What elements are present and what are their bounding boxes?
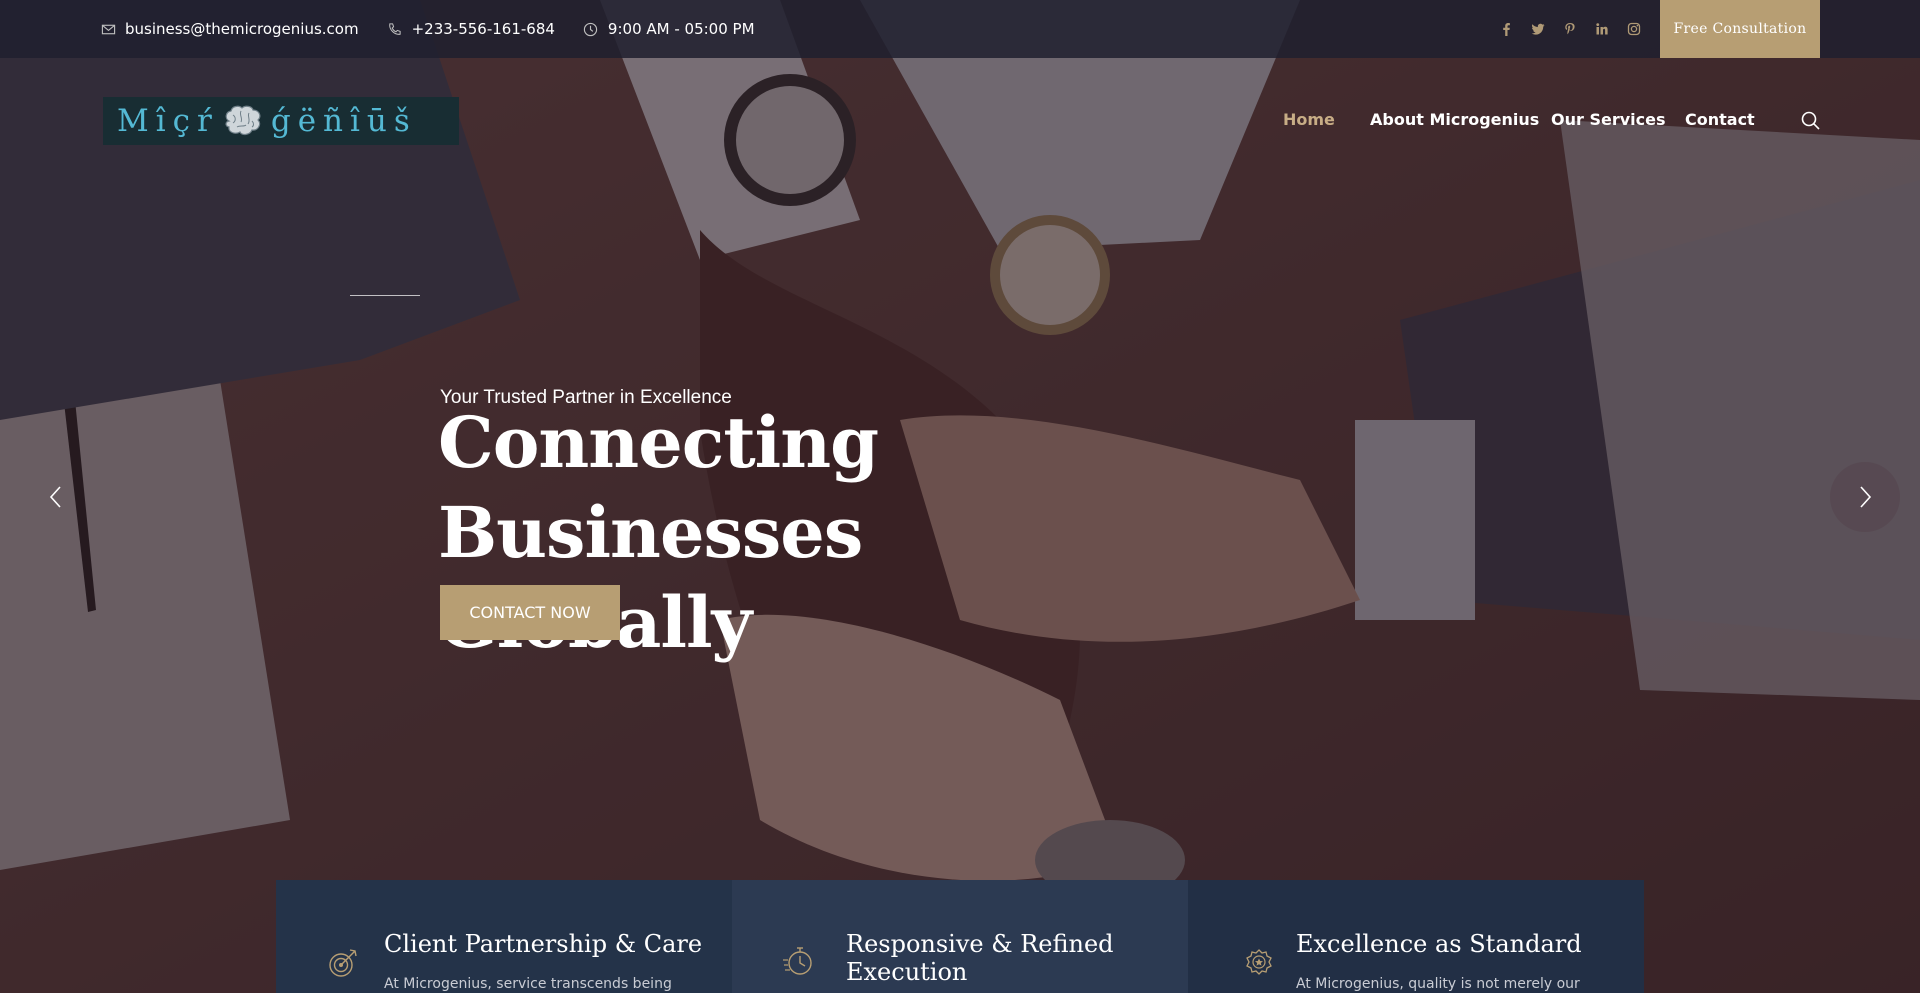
hours-info: 9:00 AM - 05:00 PM <box>583 20 755 38</box>
chevron-right-icon <box>1860 486 1872 508</box>
feature-title: Excellence as Standard <box>1296 930 1582 958</box>
nav-item-services[interactable]: Our Services <box>1551 110 1666 129</box>
feature-title-line2: Execution <box>846 958 968 986</box>
pinterest-icon[interactable] <box>1560 19 1580 39</box>
logo-text-left: Mîçŕ <box>117 103 219 139</box>
slider-prev-button[interactable] <box>36 470 76 524</box>
feature-card-excellence: Excellence as Standard At Microgenius, q… <box>1188 880 1644 993</box>
hours-text: 9:00 AM - 05:00 PM <box>607 20 755 38</box>
contact-now-button[interactable]: CONTACT NOW <box>440 585 620 640</box>
feature-title: Responsive & Refined Execution <box>846 930 1114 986</box>
nav-item-about[interactable]: About Microgenius <box>1370 110 1539 129</box>
phone-icon <box>387 21 403 37</box>
feature-title-line1: Responsive & Refined <box>846 930 1114 958</box>
email-text: business@themicrogenius.com <box>125 20 359 38</box>
top-bar: business@themicrogenius.com +233-556-161… <box>0 0 1920 58</box>
chevron-left-icon <box>49 486 61 508</box>
feature-card-execution: Responsive & Refined Execution <box>732 880 1188 993</box>
feature-title: Client Partnership & Care <box>384 930 703 958</box>
feature-cards: Client Partnership & Care At Microgenius… <box>276 880 1644 993</box>
twitter-icon[interactable] <box>1528 19 1548 39</box>
phone-text: +233-556-161-684 <box>411 20 555 38</box>
social-links <box>1496 0 1656 58</box>
hero-title-line1: Connecting <box>438 401 879 484</box>
phone-contact[interactable]: +233-556-161-684 <box>387 20 555 38</box>
search-icon[interactable] <box>1800 110 1822 132</box>
linkedin-icon[interactable] <box>1592 19 1612 39</box>
instagram-icon[interactable] <box>1624 19 1644 39</box>
nav-item-contact[interactable]: Contact <box>1685 110 1755 129</box>
target-icon <box>329 949 357 977</box>
feature-text: At Microgenius, service transcends being <box>384 976 672 992</box>
feature-text: At Microgenius, quality is not merely ou… <box>1296 976 1580 992</box>
logo-text-right: ǵëñîūš <box>270 103 417 139</box>
quality-badge-icon <box>1246 949 1272 975</box>
free-consultation-button[interactable]: Free Consultation <box>1660 0 1820 58</box>
stopwatch-icon <box>783 947 812 975</box>
clock-icon <box>583 21 599 37</box>
contact-info: business@themicrogenius.com +233-556-161… <box>100 0 783 58</box>
nav-item-home[interactable]: Home <box>1283 110 1335 129</box>
email-contact[interactable]: business@themicrogenius.com <box>100 20 359 38</box>
brain-icon <box>225 105 261 136</box>
envelope-icon <box>100 21 116 37</box>
site-logo[interactable]: Mîçŕ ǵëñîūš <box>103 97 459 145</box>
facebook-icon[interactable] <box>1496 19 1516 39</box>
feature-card-partnership: Client Partnership & Care At Microgenius… <box>276 880 732 993</box>
slider-next-button[interactable] <box>1830 462 1900 532</box>
decorative-line <box>350 295 420 296</box>
